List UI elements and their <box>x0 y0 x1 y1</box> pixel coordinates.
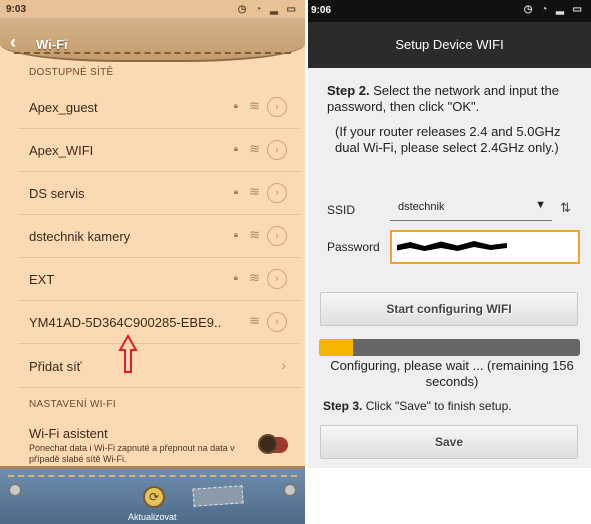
wifi-settings-screen: 9:03 ◷ ◔ ▂ ▭ ‹ Wi-Fi DOSTUPNÉ SÍTĚ Apex_… <box>0 0 305 524</box>
back-arrow-icon[interactable]: ‹ <box>10 32 16 53</box>
update-label[interactable]: Aktualizovat <box>128 512 177 522</box>
network-details-button[interactable]: › <box>267 312 287 332</box>
toggle-knob <box>258 434 278 454</box>
status-icons: ◷ ◔ ▂ ▭ <box>523 4 585 15</box>
wifi-signal-icon: ≋ <box>249 270 260 285</box>
refresh-networks-icon[interactable]: ⇅ <box>560 200 571 216</box>
start-configuring-button[interactable]: Start configuring WIFI <box>320 292 578 326</box>
lock-icon: 🔒︎ <box>233 273 238 282</box>
add-network-row[interactable]: Přidat síť › <box>18 345 300 388</box>
page-title: Wi-Fi <box>36 37 68 52</box>
setup-device-wifi-screen: 9:06 ◷ ◔ ▂ ▭ Setup Device WIFI Step 2. S… <box>308 0 591 468</box>
network-details-button[interactable]: › <box>267 183 287 203</box>
ssid-value: dstechnik <box>398 201 445 213</box>
network-details-button[interactable]: › <box>267 226 287 246</box>
ssid-label: SSID <box>327 203 356 217</box>
router-note: (If your router releases 2.4 and 5.0GHz … <box>335 124 561 155</box>
rivet-decoration <box>283 483 297 497</box>
network-details-button[interactable]: › <box>267 269 287 289</box>
ssid-select[interactable]: dstechnik ▼ <box>390 195 552 221</box>
dropdown-caret-icon: ▼ <box>535 199 546 211</box>
wifi-assistant-title: Wi-Fi asistent <box>29 426 108 441</box>
wifi-settings-heading: NASTAVENÍ WI-FI <box>29 399 116 410</box>
configuring-status-text: Configuring, please wait ... (remaining … <box>330 358 574 389</box>
chevron-right-icon: › <box>281 357 286 373</box>
page-title: Setup Device WIFI <box>308 22 591 68</box>
refresh-icon[interactable]: ⟳ <box>143 486 165 508</box>
step3-label: Step 3. <box>323 399 363 413</box>
wifi-header: ‹ Wi-Fi <box>0 18 305 62</box>
wifi-signal-icon: ≋ <box>249 227 260 242</box>
lock-icon: 🔒︎ <box>233 230 238 239</box>
status-icons: ◷ ◔ ▂ ▭ <box>237 4 299 15</box>
step2-label: Step 2. <box>327 83 370 98</box>
lock-icon: 🔒︎ <box>233 187 238 196</box>
step3-text: Click "Save" to finish setup. <box>362 399 512 413</box>
status-bar: 9:06 ◷ ◔ ▂ ▭ <box>308 0 591 22</box>
network-name: Apex_WIFI <box>29 143 94 158</box>
network-row[interactable]: EXT 🔒︎ ≋ › <box>18 258 300 301</box>
password-label: Password <box>327 240 380 254</box>
add-network-label: Přidat síť <box>29 359 82 374</box>
step2-instructions: Step 2. Select the network and input the… <box>327 83 585 115</box>
lock-icon: 🔒︎ <box>233 101 238 110</box>
wifi-signal-icon: ≋ <box>249 141 260 156</box>
network-row[interactable]: dstechnik kamery 🔒︎ ≋ › <box>18 215 300 258</box>
config-progress-bar <box>319 339 580 356</box>
wifi-assistant-description: Ponechat data i Wi-Fi zapnuté a přepnout… <box>29 443 235 464</box>
redaction-scribble <box>397 241 507 251</box>
password-field[interactable] <box>390 230 580 264</box>
network-name: dstechnik kamery <box>29 229 131 244</box>
network-details-button[interactable]: › <box>267 140 287 160</box>
wifi-signal-icon: ≋ <box>249 98 260 113</box>
network-name: DS servis <box>29 186 85 201</box>
status-time: 9:03 <box>6 4 27 15</box>
wifi-assistant-toggle[interactable] <box>258 434 288 454</box>
network-name: Apex_guest <box>29 100 98 115</box>
lock-icon: 🔒︎ <box>233 144 238 153</box>
network-name: EXT <box>29 272 55 287</box>
network-row[interactable]: DS servis 🔒︎ ≋ › <box>18 172 300 215</box>
save-button[interactable]: Save <box>320 425 578 459</box>
step3-instructions: Step 3. Click "Save" to finish setup. <box>323 399 585 413</box>
wifi-signal-icon: ≋ <box>249 184 260 199</box>
header-stitch-decoration <box>14 52 291 54</box>
network-details-button[interactable]: › <box>267 97 287 117</box>
status-time: 9:06 <box>311 5 332 16</box>
network-name: YM41AD-5D364C900285-EBE9.. <box>29 315 222 330</box>
bottom-toolbar: ⟳ Aktualizovat <box>0 466 305 524</box>
rivet-decoration <box>8 483 22 497</box>
network-row[interactable]: Apex_WIFI 🔒︎ ≋ › <box>18 129 300 172</box>
available-networks-heading: DOSTUPNÉ SÍTĚ <box>29 67 114 78</box>
patch-decoration <box>192 485 244 507</box>
network-row[interactable]: YM41AD-5D364C900285-EBE9.. ≋ › <box>18 301 300 344</box>
toolbar-stitch-decoration <box>8 475 297 477</box>
network-row[interactable]: Apex_guest 🔒︎ ≋ › <box>18 86 300 129</box>
progress-fill <box>319 339 353 356</box>
wifi-signal-icon: ≋ <box>249 313 260 328</box>
